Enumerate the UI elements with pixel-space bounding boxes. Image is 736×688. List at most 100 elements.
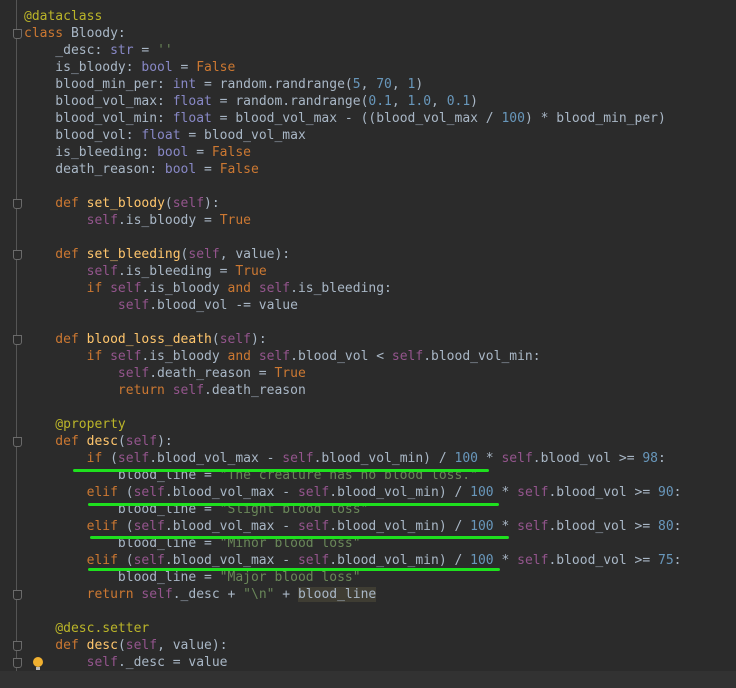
code-line[interactable]: self._desc = value: [0, 654, 736, 671]
code-token-plain: (: [211, 332, 220, 347]
fold-marker-icon[interactable]: [13, 335, 22, 345]
code-line[interactable]: if (self.blood_vol_max - self.blood_vol_…: [0, 450, 736, 467]
code-token-self: self: [188, 247, 220, 262]
code-line[interactable]: [0, 314, 736, 331]
code-token-num: 100: [454, 451, 478, 466]
code-line[interactable]: [0, 178, 736, 195]
code-line[interactable]: blood_min_per: int = random.randrange(5,…: [0, 76, 736, 93]
code-token-num: 70: [376, 77, 392, 92]
code-line[interactable]: class Bloody:: [0, 25, 736, 42]
code-token-plain: ,: [391, 77, 408, 92]
code-line[interactable]: is_bloody: bool = False: [0, 59, 736, 76]
code-token-plain: .blood_vol_min) /: [329, 519, 471, 534]
code-token-kw: elif: [24, 519, 126, 534]
code-token-plain: =: [133, 43, 158, 58]
fold-marker-icon[interactable]: [13, 437, 22, 447]
code-line[interactable]: _desc: str = '': [0, 42, 736, 59]
code-line[interactable]: if self.is_bloody and self.blood_vol < s…: [0, 348, 736, 365]
code-token-plain: ,: [431, 94, 447, 109]
code-line[interactable]: [0, 671, 736, 688]
code-editor[interactable]: @dataclass class Bloody: _desc: str = '' …: [0, 8, 736, 688]
code-line[interactable]: blood_vol_max: float = random.randrange(…: [0, 93, 736, 110]
code-line[interactable]: def set_bloody(self):: [0, 195, 736, 212]
code-token-num: 100: [470, 519, 494, 534]
code-line[interactable]: @desc.setter: [0, 620, 736, 637]
code-token-bi: str: [110, 43, 134, 58]
code-token-self: self: [86, 655, 118, 670]
code-token-plain: ):: [204, 196, 220, 211]
code-token-plain: ,: [360, 77, 377, 92]
code-token-self: self: [110, 349, 142, 364]
code-token-self: self: [141, 587, 173, 602]
code-token-plain: ._desc = value: [117, 655, 228, 670]
code-line[interactable]: return self._desc + "\n" + blood_line: [0, 586, 736, 603]
code-token-self: self: [501, 451, 533, 466]
code-token-plain: blood_vol_min:: [24, 111, 173, 126]
code-line[interactable]: self.is_bloody = True: [0, 212, 736, 229]
code-token-self: self: [391, 349, 424, 364]
code-line[interactable]: blood_vol_min: float = blood_vol_max - (…: [0, 110, 736, 127]
code-line[interactable]: is_bleeding: bool = False: [0, 144, 736, 161]
code-token-plain: (: [125, 519, 134, 534]
fold-marker-icon[interactable]: [13, 641, 22, 651]
code-line[interactable]: self.blood_vol -= value: [0, 297, 736, 314]
fold-marker-icon[interactable]: [13, 590, 22, 600]
fold-marker-icon[interactable]: [13, 658, 22, 668]
code-token-self: self: [86, 213, 118, 228]
code-token-dec: @dataclass: [24, 9, 103, 24]
code-line[interactable]: death_reason: bool = False: [0, 161, 736, 178]
code-line[interactable]: def desc(self):: [0, 433, 736, 450]
code-line[interactable]: [0, 603, 736, 620]
lightbulb-icon[interactable]: [33, 657, 43, 670]
code-token-self: self: [172, 196, 205, 211]
code-token-plain: .blood_vol >=: [532, 451, 643, 466]
code-token-plain: .blood_vol >=: [548, 519, 659, 534]
code-line[interactable]: def set_bleeding(self, value):: [0, 246, 736, 263]
code-token-plain: = blood_vol_max: [180, 128, 306, 143]
code-token-kw: def: [24, 638, 87, 653]
code-line[interactable]: def desc(self, value):: [0, 637, 736, 654]
code-line[interactable]: [0, 399, 736, 416]
code-token-self: self: [517, 553, 549, 568]
code-line[interactable]: if self.is_bloody and self.is_bleeding:: [0, 280, 736, 297]
code-token-kw: and: [227, 349, 259, 364]
code-token-dec: @desc.setter: [24, 621, 150, 636]
code-token-plain: :: [673, 485, 682, 500]
code-token-bi: float: [172, 111, 212, 126]
code-token-self: self: [133, 553, 165, 568]
code-line[interactable]: elif (self.blood_vol_max - self.blood_vo…: [0, 518, 736, 535]
code-token-self: self: [133, 519, 165, 534]
code-token-plain: .is_bloody =: [117, 213, 220, 228]
annotation-underline: [73, 469, 489, 472]
code-token-self: self: [297, 519, 330, 534]
code-line[interactable]: elif (self.blood_vol_max - self.blood_vo…: [0, 484, 736, 501]
code-token-self: self: [86, 264, 118, 279]
annotation-underline: [88, 568, 500, 571]
code-token-self: self: [219, 332, 251, 347]
code-line[interactable]: def blood_loss_death(self):: [0, 331, 736, 348]
code-token-num: 1.0: [407, 94, 432, 109]
fold-marker-icon[interactable]: [13, 199, 22, 209]
code-line[interactable]: [0, 229, 736, 246]
code-line[interactable]: elif (self.blood_vol_max - self.blood_vo…: [0, 552, 736, 569]
code-token-plain: .blood_vol >=: [548, 553, 659, 568]
code-token-plain: blood_min_per:: [24, 77, 173, 92]
code-line[interactable]: @property: [0, 416, 736, 433]
code-token-kw: True: [235, 264, 267, 279]
code-line[interactable]: blood_line = "Major blood loss": [0, 569, 736, 586]
code-token-kw: and: [227, 281, 259, 296]
code-token-num: 5: [352, 77, 361, 92]
code-token-num: 80: [658, 519, 674, 534]
code-token-bi: bool: [141, 60, 173, 75]
fold-marker-icon[interactable]: [13, 250, 22, 260]
code-token-num: 0.1: [446, 94, 471, 109]
code-line[interactable]: return self.death_reason: [0, 382, 736, 399]
code-line[interactable]: blood_vol: float = blood_vol_max: [0, 127, 736, 144]
code-line[interactable]: self.death_reason = True: [0, 365, 736, 382]
code-line[interactable]: @dataclass: [0, 8, 736, 25]
code-line[interactable]: self.is_bleeding = True: [0, 263, 736, 280]
fold-marker-icon[interactable]: [13, 29, 22, 39]
